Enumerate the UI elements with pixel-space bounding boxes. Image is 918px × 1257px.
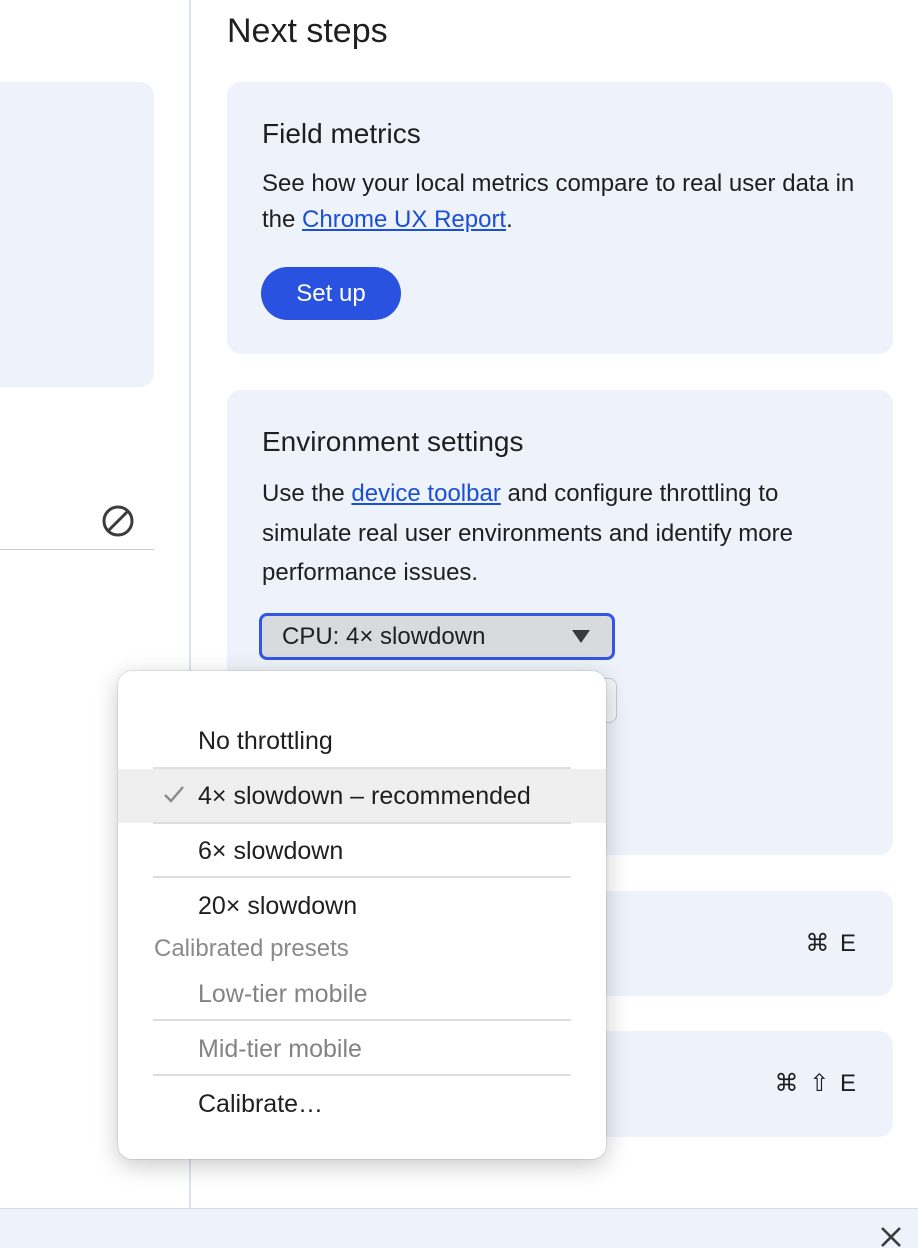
menu-item-calibrate[interactable]: Calibrate… bbox=[118, 1077, 606, 1131]
environment-settings-description: Use the device toolbar and configure thr… bbox=[262, 474, 862, 593]
environment-text: Use the bbox=[262, 480, 352, 507]
block-icon[interactable] bbox=[100, 503, 136, 539]
cpu-throttling-menu: No throttling 4× slowdown – recommended … bbox=[118, 671, 606, 1159]
section-title: Next steps bbox=[227, 12, 388, 50]
menu-item-label: Mid-tier mobile bbox=[198, 1035, 362, 1063]
field-metrics-title: Field metrics bbox=[262, 118, 421, 149]
menu-item-low-tier-mobile: Low-tier mobile bbox=[118, 967, 606, 1021]
set-up-button[interactable]: Set up bbox=[261, 267, 401, 320]
record-reload-shortcut: ⌘ ⇧ E bbox=[774, 1070, 858, 1097]
menu-item-label: 6× slowdown bbox=[198, 837, 344, 865]
menu-item-6x-slowdown[interactable]: 6× slowdown bbox=[118, 824, 606, 878]
menu-item-label: 20× slowdown bbox=[198, 892, 358, 920]
field-metrics-text-end: . bbox=[506, 206, 513, 233]
menu-item-label: Calibrate… bbox=[198, 1090, 324, 1118]
bottom-drawer-bar bbox=[0, 1208, 918, 1248]
menu-separator bbox=[153, 1019, 571, 1021]
checkmark-icon bbox=[163, 783, 185, 805]
field-metrics-card: Field metrics See how your local metrics… bbox=[227, 82, 893, 354]
menu-item-mid-tier-mobile: Mid-tier mobile bbox=[118, 1022, 606, 1076]
filter-underline bbox=[0, 549, 154, 550]
menu-item-label: Low-tier mobile bbox=[198, 980, 368, 1008]
device-toolbar-link[interactable]: device toolbar bbox=[351, 480, 500, 507]
menu-item-no-throttling[interactable]: No throttling bbox=[118, 714, 606, 768]
menu-separator bbox=[153, 876, 571, 878]
triangle-down-icon bbox=[572, 630, 590, 643]
menu-item-label: 4× slowdown – recommended bbox=[198, 782, 531, 810]
left-card bbox=[0, 82, 154, 387]
menu-item-20x-slowdown[interactable]: 20× slowdown bbox=[118, 879, 606, 933]
cpu-throttling-value: CPU: 4× slowdown bbox=[282, 622, 486, 650]
menu-item-label: No throttling bbox=[198, 727, 333, 755]
environment-settings-title: Environment settings bbox=[262, 426, 524, 457]
cpu-throttling-select[interactable]: CPU: 4× slowdown bbox=[259, 613, 615, 660]
menu-item-4x-slowdown[interactable]: 4× slowdown – recommended bbox=[118, 769, 606, 823]
record-shortcut: ⌘ E bbox=[805, 930, 858, 957]
chrome-ux-report-link[interactable]: Chrome UX Report bbox=[302, 206, 506, 233]
field-metrics-description: See how your local metrics compare to re… bbox=[262, 166, 862, 238]
menu-group-label: Calibrated presets bbox=[154, 935, 349, 962]
menu-separator bbox=[153, 1074, 571, 1076]
